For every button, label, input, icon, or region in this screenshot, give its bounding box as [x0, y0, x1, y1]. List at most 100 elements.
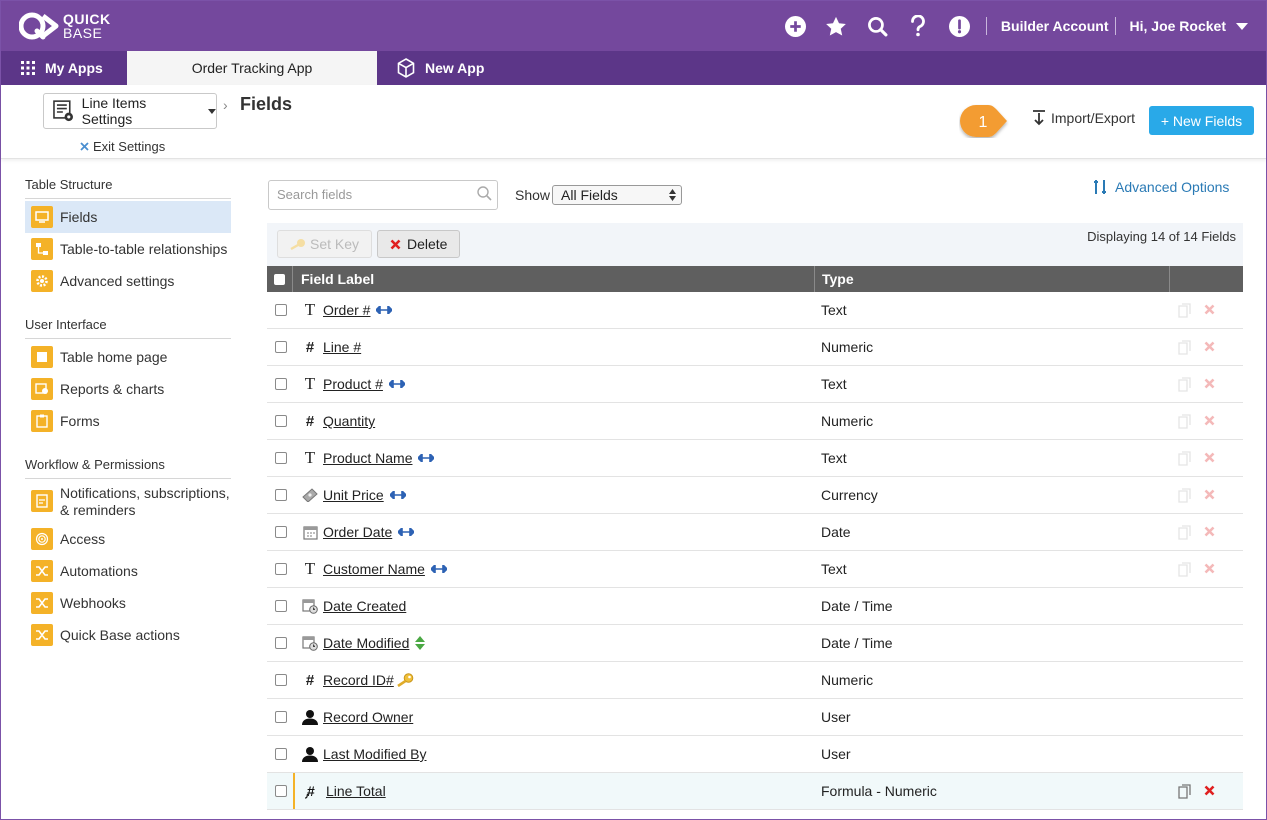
quickbase-logo[interactable]: QUICK BASE — [19, 12, 111, 40]
quickbase-logo-icon — [19, 12, 59, 40]
copy-icon[interactable] — [1178, 377, 1192, 392]
user-menu[interactable]: Hi, Joe Rocket — [1130, 18, 1248, 34]
builder-account-link[interactable]: Builder Account — [1001, 18, 1109, 34]
copy-icon[interactable] — [1178, 414, 1192, 429]
sidebar-item-table-home-page[interactable]: Table home page — [25, 341, 231, 373]
field-label-link[interactable]: Order # — [323, 302, 393, 318]
field-label-link[interactable]: Product Name — [323, 450, 435, 466]
row-checkbox[interactable] — [275, 711, 287, 723]
header-separator — [1114, 17, 1116, 35]
delete-x-icon[interactable] — [1204, 378, 1215, 389]
table-row[interactable]: Unit Price Currency — [267, 477, 1243, 514]
field-label-link[interactable]: Line Total — [326, 783, 386, 799]
help-icon[interactable] — [898, 1, 939, 51]
tab-order-tracking-app[interactable]: Order Tracking App — [127, 51, 377, 85]
field-label-link[interactable]: Record Owner — [323, 709, 413, 725]
copy-icon[interactable] — [1178, 303, 1192, 318]
table-row[interactable]: T Product # Text — [267, 366, 1243, 403]
favorites-star-icon[interactable] — [816, 1, 857, 51]
row-checkbox[interactable] — [275, 674, 287, 686]
field-label-link[interactable]: Line # — [323, 339, 361, 355]
row-checkbox[interactable] — [275, 452, 287, 464]
search-input[interactable]: Search fields — [268, 180, 498, 210]
row-checkbox[interactable] — [275, 526, 287, 538]
sidebar-item-advanced-settings[interactable]: Advanced settings — [25, 265, 231, 297]
row-checkbox[interactable] — [275, 785, 287, 797]
field-label-link[interactable]: Last Modified By — [323, 746, 427, 762]
sidebar-item-reports-charts[interactable]: Reports & charts — [25, 373, 231, 405]
sidebar-item-relationships[interactable]: Table-to-table relationships — [25, 233, 231, 265]
exit-settings-link[interactable]: Exit Settings — [80, 139, 165, 154]
copy-icon[interactable] — [1178, 562, 1192, 577]
delete-x-icon[interactable] — [1204, 785, 1215, 796]
logo-text-base: BASE — [63, 25, 103, 41]
delete-x-icon[interactable] — [1204, 415, 1215, 426]
copy-icon[interactable] — [1178, 525, 1192, 540]
table-row[interactable]: Last Modified By User — [267, 736, 1243, 773]
delete-x-icon[interactable] — [1204, 563, 1215, 574]
row-checkbox[interactable] — [275, 304, 287, 316]
table-row[interactable]: Date Created Date / Time — [267, 588, 1243, 625]
table-row[interactable]: Order Date Date — [267, 514, 1243, 551]
table-row[interactable]: # Line Total Formula - Numeric — [267, 773, 1243, 810]
column-header-type[interactable]: Type — [814, 266, 1170, 292]
row-checkbox[interactable] — [275, 563, 287, 575]
copy-icon[interactable] — [1178, 451, 1192, 466]
tab-my-apps[interactable]: My Apps — [21, 51, 103, 85]
show-select[interactable]: All Fields — [552, 185, 682, 205]
sidebar-item-quickbase-actions[interactable]: Quick Base actions — [25, 619, 231, 651]
sidebar-item-fields[interactable]: Fields — [25, 201, 231, 233]
sidebar-item-forms[interactable]: Forms — [25, 405, 231, 437]
table-row[interactable]: # Quantity Numeric — [267, 403, 1243, 440]
search-icon[interactable] — [477, 186, 492, 201]
column-header-field-label[interactable]: Field Label — [301, 271, 374, 287]
sidebar-item-access[interactable]: Access — [25, 523, 231, 555]
table-row[interactable]: Date Modified Date / Time — [267, 625, 1243, 662]
field-label-link[interactable]: Unit Price — [323, 487, 406, 503]
advanced-options-link[interactable]: Advanced Options — [1093, 179, 1229, 195]
field-label-link[interactable]: Date Created — [323, 598, 406, 614]
table-row[interactable]: T Product Name Text — [267, 440, 1243, 477]
table-row[interactable]: # Line # Numeric — [267, 329, 1243, 366]
set-key-button[interactable]: Set Key — [277, 230, 373, 258]
tab-new-app[interactable]: New App — [397, 51, 484, 85]
add-icon[interactable] — [775, 1, 816, 51]
sidebar-item-label: Table home page — [60, 349, 168, 365]
table-row[interactable]: T Order # Text — [267, 292, 1243, 329]
field-label-link[interactable]: Customer Name — [323, 561, 447, 577]
row-checkbox[interactable] — [275, 378, 287, 390]
row-checkbox[interactable] — [275, 600, 287, 612]
field-label-link[interactable]: Order Date — [323, 524, 415, 540]
field-label-link[interactable]: Record ID# — [323, 672, 414, 688]
table-row[interactable]: Record Owner User — [267, 699, 1243, 736]
row-checkbox[interactable] — [275, 637, 287, 649]
select-all-checkbox[interactable] — [274, 273, 285, 285]
delete-x-icon[interactable] — [1204, 341, 1215, 352]
row-checkbox[interactable] — [275, 489, 287, 501]
row-checkbox[interactable] — [275, 748, 287, 760]
alert-icon[interactable] — [939, 1, 980, 51]
row-checkbox[interactable] — [275, 341, 287, 353]
row-checkbox[interactable] — [275, 415, 287, 427]
delete-x-icon[interactable] — [1204, 452, 1215, 463]
delete-x-icon[interactable] — [1204, 526, 1215, 537]
field-label-text: Customer Name — [323, 561, 425, 577]
delete-x-icon[interactable] — [1204, 304, 1215, 315]
copy-icon[interactable] — [1178, 488, 1192, 503]
search-icon[interactable] — [857, 1, 898, 51]
field-label-link[interactable]: Quantity — [323, 413, 375, 429]
import-export-link[interactable]: Import/Export — [1032, 110, 1135, 126]
field-label-link[interactable]: Date Modified — [323, 635, 426, 651]
field-label-link[interactable]: Product # — [323, 376, 405, 392]
copy-icon[interactable] — [1178, 340, 1192, 355]
copy-icon[interactable] — [1178, 784, 1192, 799]
sidebar-item-notifications[interactable]: Notifications, subscriptions, & reminder… — [25, 481, 231, 523]
delete-x-icon[interactable] — [1204, 489, 1215, 500]
table-settings-dropdown[interactable]: Line Items Settings — [43, 93, 217, 129]
table-row[interactable]: # Record ID# Numeric — [267, 662, 1243, 699]
delete-button[interactable]: Delete — [377, 230, 461, 258]
sidebar-item-webhooks[interactable]: Webhooks — [25, 587, 231, 619]
sidebar-item-automations[interactable]: Automations — [25, 555, 231, 587]
table-row[interactable]: T Customer Name Text — [267, 551, 1243, 588]
new-fields-button[interactable]: + New Fields — [1149, 106, 1254, 135]
